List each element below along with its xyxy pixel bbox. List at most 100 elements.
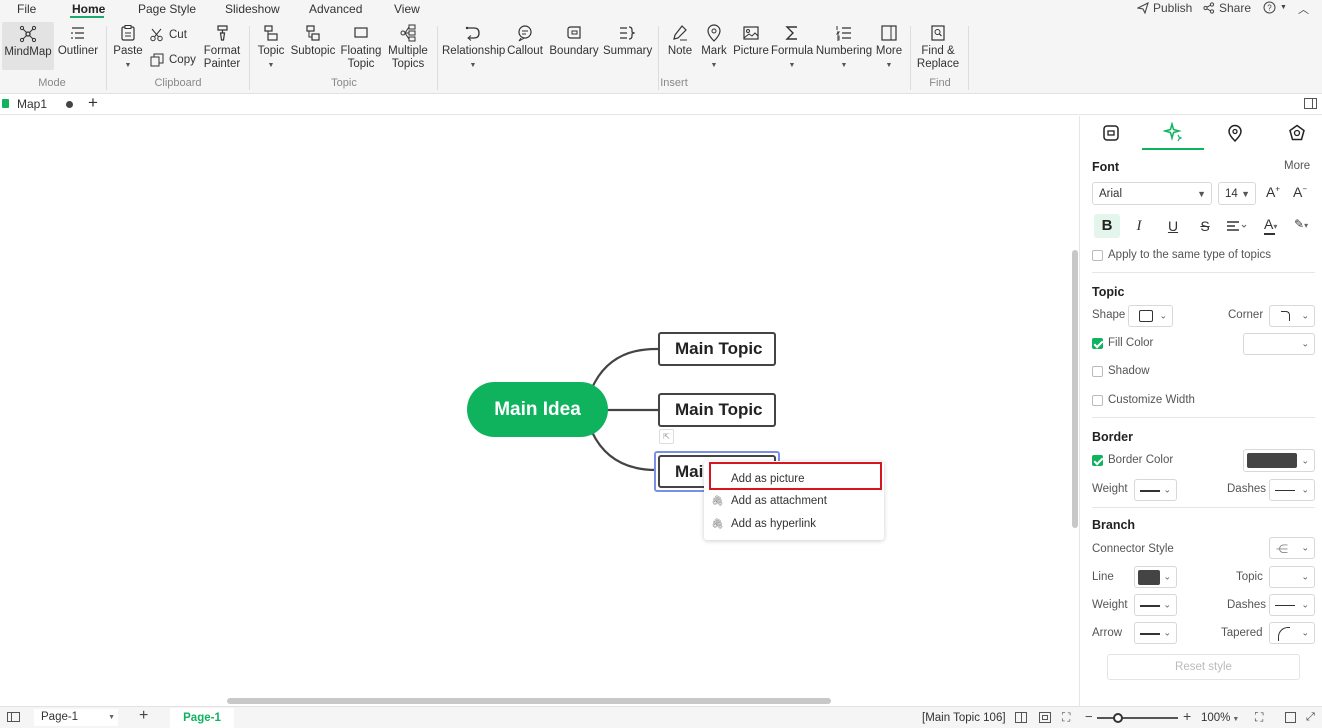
zoom-in-icon[interactable]: + xyxy=(1183,708,1191,724)
menu-advanced[interactable]: Advanced xyxy=(309,2,362,16)
outliner-mode-button[interactable]: Outliner xyxy=(57,24,99,58)
fill-color-select[interactable]: ⌄ xyxy=(1243,333,1315,355)
fit-screen-icon[interactable]: ⛶ xyxy=(1062,710,1070,725)
add-page-icon[interactable]: + xyxy=(139,707,148,725)
shadow-checkbox[interactable] xyxy=(1092,366,1103,377)
sidebar-toggle-icon[interactable] xyxy=(7,712,20,722)
toggle-panel-icon[interactable] xyxy=(1304,98,1317,109)
menu-home[interactable]: Home xyxy=(72,2,105,16)
add-as-hyperlink-item[interactable]: 🖇 Add as hyperlink xyxy=(704,513,884,535)
multiple-topics-button[interactable]: Multiple Topics xyxy=(386,24,430,71)
apply-same-checkbox[interactable] xyxy=(1092,250,1103,261)
align-button[interactable] xyxy=(1226,220,1247,234)
font-more-link[interactable]: More xyxy=(1284,160,1310,172)
panel-tab-theme[interactable] xyxy=(1266,116,1322,150)
page-tab-active[interactable]: Page-1 xyxy=(170,708,234,728)
highlight-pen-icon[interactable]: ✎▾ xyxy=(1294,217,1308,231)
collapse-ribbon-icon[interactable]: ︿ xyxy=(1298,1,1309,17)
relationship-button[interactable]: Relationship ▼ xyxy=(442,24,505,72)
main-topic-2[interactable]: Main Topic xyxy=(658,393,776,427)
doc-tab-title[interactable]: Map1 xyxy=(17,97,47,111)
zoom-out-icon[interactable]: − xyxy=(1085,709,1093,724)
underline-button[interactable]: U xyxy=(1164,214,1182,238)
mindmap-mode-button[interactable]: MindMap xyxy=(2,22,54,70)
format-painter-button[interactable]: Format Painter xyxy=(200,24,244,71)
topic-dropdown-icon[interactable]: ▼ xyxy=(255,59,287,72)
mark-dropdown-icon[interactable]: ▼ xyxy=(698,59,730,72)
line-color-select[interactable]: ⌄ xyxy=(1134,566,1177,588)
formula-button[interactable]: Formula ▼ xyxy=(771,24,813,72)
paste-button[interactable]: Paste ▼ xyxy=(113,24,143,72)
horizontal-scrollbar[interactable] xyxy=(227,698,831,704)
main-topic-1[interactable]: Main Topic xyxy=(658,332,776,366)
font-color-button[interactable]: A▾ xyxy=(1264,216,1277,235)
paste-dropdown-icon[interactable]: ▼ xyxy=(113,59,143,72)
fullscreen-icon[interactable]: ⛶ xyxy=(1255,710,1263,725)
reset-style-button[interactable]: Reset style xyxy=(1107,654,1300,680)
subtopic-button[interactable]: Subtopic xyxy=(290,24,336,58)
callout-button[interactable]: Callout xyxy=(507,24,543,58)
book-view-icon[interactable] xyxy=(1015,712,1027,723)
help-button[interactable]: ? ▼ xyxy=(1263,1,1287,14)
tapered-select[interactable]: ⌄ xyxy=(1269,622,1315,644)
branch-topic-select[interactable]: ⌄ xyxy=(1269,566,1315,588)
more-insert-button[interactable]: More ▼ xyxy=(874,24,904,72)
panel-tab-style[interactable] xyxy=(1142,116,1204,150)
panel-tab-page[interactable] xyxy=(1080,116,1142,150)
boundary-button[interactable]: Boundary xyxy=(548,24,600,58)
corner-select[interactable]: ⌄ xyxy=(1269,305,1315,327)
font-size-select[interactable]: 14 ▼ xyxy=(1218,182,1256,205)
publish-button[interactable]: Publish xyxy=(1137,1,1192,15)
add-tab-icon[interactable]: + xyxy=(88,93,98,113)
border-color-checkbox[interactable] xyxy=(1092,455,1103,466)
numbering-button[interactable]: Numbering ▼ xyxy=(815,24,873,72)
italic-button[interactable]: I xyxy=(1130,214,1148,238)
zoom-slider-handle[interactable] xyxy=(1113,713,1123,723)
font-family-select[interactable]: Arial ▼ xyxy=(1092,182,1212,205)
copy-button[interactable]: Copy xyxy=(150,53,196,67)
collapse-toggle-icon[interactable]: ⇱ xyxy=(659,429,674,444)
central-topic[interactable]: Main Idea xyxy=(467,382,608,437)
numbering-dropdown-icon[interactable]: ▼ xyxy=(815,59,873,72)
zoom-level[interactable]: 100% ▼ xyxy=(1201,712,1239,724)
note-button[interactable]: Note xyxy=(664,24,696,58)
page-select[interactable]: Page-1 ▼ xyxy=(34,709,118,726)
strikethrough-button[interactable]: S xyxy=(1196,214,1214,238)
border-color-select[interactable]: ⌄ xyxy=(1243,449,1315,472)
customize-width-checkbox[interactable] xyxy=(1092,395,1103,406)
expand-icon[interactable]: ⤢ xyxy=(1306,711,1315,724)
add-as-attachment-item[interactable]: 🖇 Add as attachment xyxy=(704,490,884,512)
menu-view[interactable]: View xyxy=(394,2,420,16)
share-button[interactable]: Share xyxy=(1203,1,1251,15)
zoom-slider[interactable] xyxy=(1097,713,1178,723)
border-dashes-select[interactable]: ⌄ xyxy=(1269,479,1315,501)
increase-font-icon[interactable]: A+ xyxy=(1266,184,1280,200)
shape-select[interactable]: ⌄ xyxy=(1128,305,1173,327)
summary-button[interactable]: Summary xyxy=(603,24,652,58)
branch-weight-select[interactable]: ⌄ xyxy=(1134,594,1177,616)
more-dropdown-icon[interactable]: ▼ xyxy=(874,59,904,72)
arrow-select[interactable]: ⌄ xyxy=(1134,622,1177,644)
fill-color-checkbox[interactable] xyxy=(1092,338,1103,349)
border-weight-select[interactable]: ⌄ xyxy=(1134,479,1177,501)
relationship-dropdown-icon[interactable]: ▼ xyxy=(442,59,504,72)
menu-file[interactable]: File xyxy=(17,2,36,16)
picture-button[interactable]: Picture xyxy=(733,24,769,58)
bold-button[interactable]: B xyxy=(1094,214,1120,238)
menu-page-style[interactable]: Page Style xyxy=(138,2,196,16)
mark-button[interactable]: Mark ▼ xyxy=(698,24,730,72)
branch-dashes-select[interactable]: ⌄ xyxy=(1269,594,1315,616)
decrease-font-icon[interactable]: A− xyxy=(1293,184,1307,200)
find-replace-button[interactable]: Find & Replace xyxy=(916,24,960,71)
vertical-scrollbar[interactable] xyxy=(1072,250,1078,528)
cut-button[interactable]: Cut xyxy=(150,28,187,42)
connector-style-select[interactable]: ⋲ ⌄ xyxy=(1269,537,1315,559)
topic-button[interactable]: Topic ▼ xyxy=(255,24,287,72)
menu-slideshow[interactable]: Slideshow xyxy=(225,2,280,16)
floating-topic-button[interactable]: Floating Topic xyxy=(340,24,382,71)
mindmap-canvas[interactable]: Main Idea Main Topic Main Topic ⇱ Mai xyxy=(0,116,1078,706)
panel-tab-mark[interactable] xyxy=(1204,116,1266,150)
formula-dropdown-icon[interactable]: ▼ xyxy=(771,59,813,72)
present-icon[interactable] xyxy=(1285,712,1296,723)
fit-page-icon[interactable] xyxy=(1039,712,1051,723)
